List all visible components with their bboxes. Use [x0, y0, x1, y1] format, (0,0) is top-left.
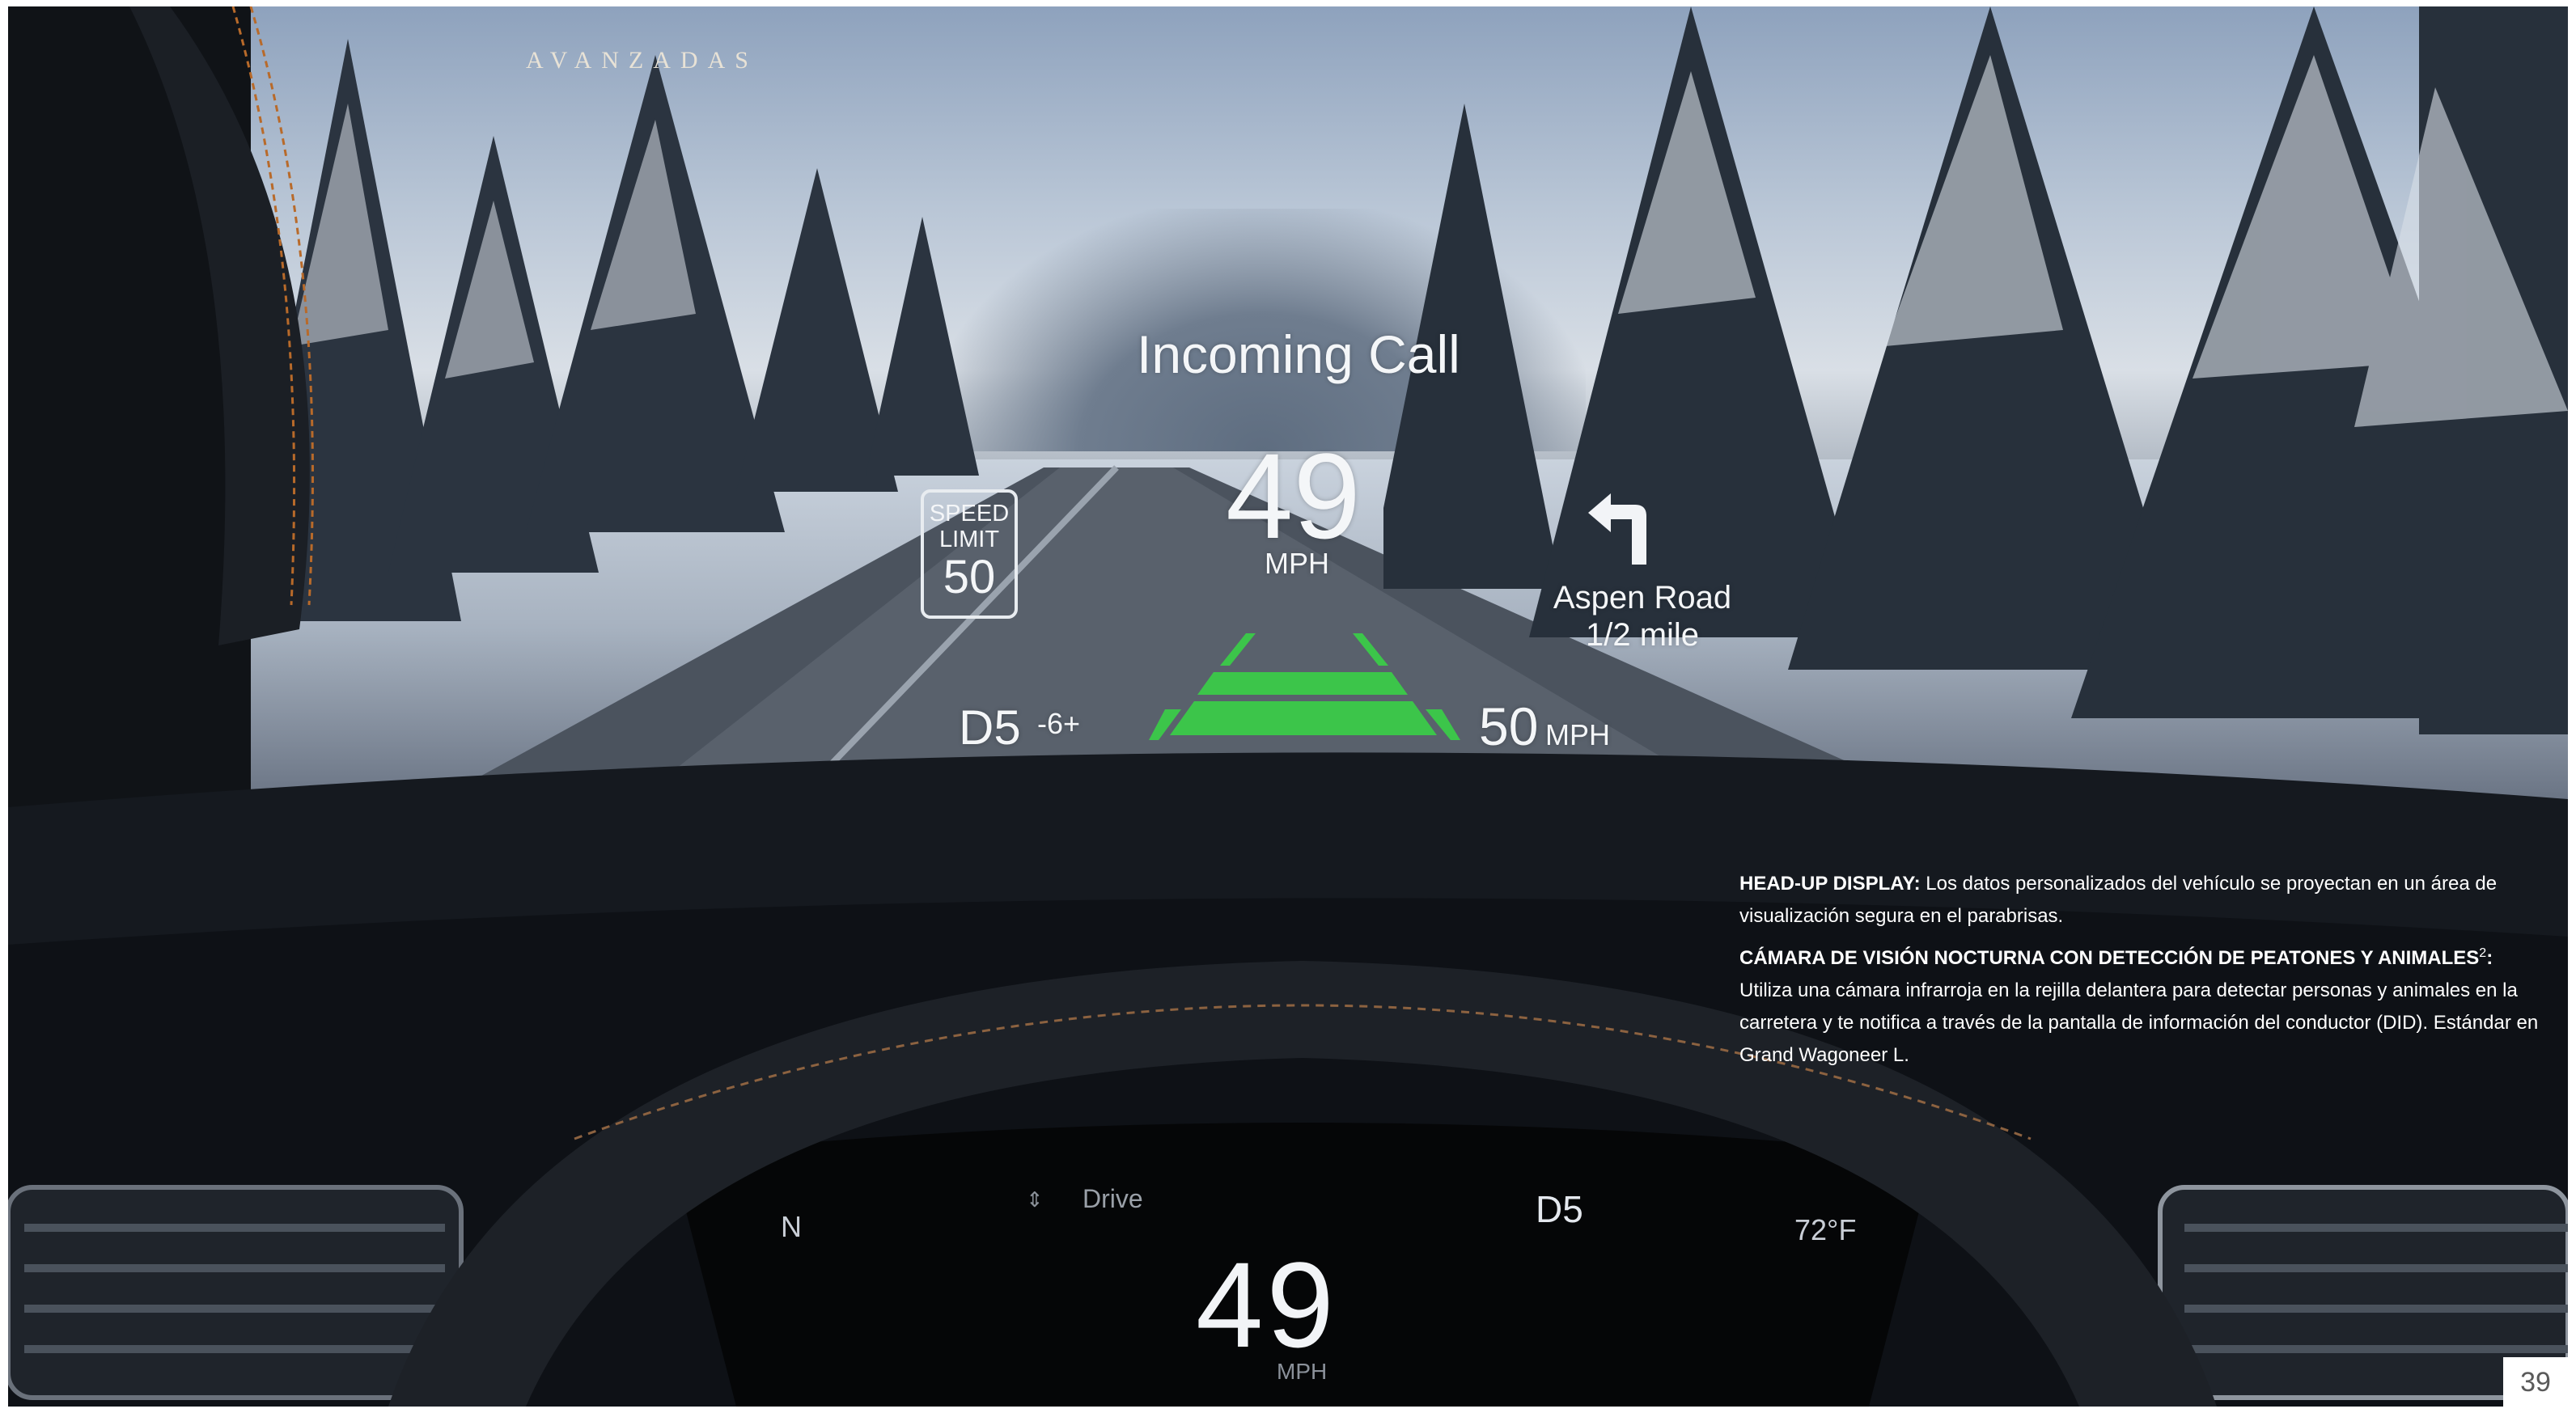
caption-hud-heading: HEAD-UP DISPLAY:: [1739, 873, 1921, 895]
feature-caption: HEAD-UP DISPLAY: Los datos personalizado…: [1739, 868, 2548, 1077]
cluster-speed-unit: MPH: [1277, 1359, 1328, 1384]
cluster-temperature: 72°F: [1794, 1213, 1857, 1246]
left-air-vent: [8, 1185, 464, 1400]
hud-set-speed: 50: [1479, 696, 1539, 756]
section-label: AVANZADAS: [526, 47, 758, 74]
hud-incoming-call: Incoming Call: [1137, 324, 1460, 384]
caption-footnote-ref: 2: [2479, 946, 2487, 960]
hud-gear: D5: [959, 700, 1021, 755]
speed-limit-line2: LIMIT: [938, 527, 1000, 552]
lane-keep-icon: [1149, 633, 1460, 740]
nav-distance: 1/2 mile: [1585, 617, 1700, 653]
caption-night-vision-text: Utiliza una cámara infrarroja en la reji…: [1739, 979, 2539, 1066]
hud-speed-unit: MPH: [1265, 547, 1329, 580]
cluster-drive-label: Drive: [1083, 1184, 1143, 1213]
caption-hud-paragraph: HEAD-UP DISPLAY: Los datos personalizado…: [1739, 868, 2548, 933]
hud-speed: 49: [1226, 428, 1361, 564]
caption-night-vision-paragraph: CÁMARA DE VISIÓN NOCTURNA CON DETECCIÓN …: [1739, 937, 2548, 1072]
hud-set-speed-unit: MPH: [1545, 718, 1610, 751]
speed-limit-value: 50: [943, 551, 996, 603]
speed-limit-sign: SPEED LIMIT 50: [921, 489, 1018, 619]
speed-limit-line1: SPEED: [929, 501, 1010, 527]
nav-street: Aspen Road: [1553, 580, 1732, 616]
caption-night-vision-heading: CÁMARA DE VISIÓN NOCTURNA CON DETECCIÓN …: [1739, 947, 2480, 969]
caption-heading-colon: :: [2486, 947, 2493, 969]
page-number: 39: [2503, 1357, 2568, 1407]
turn-left-arrow-icon: [1588, 493, 1646, 565]
cluster-gear: D5: [1536, 1188, 1583, 1230]
cluster-speed: 49: [1196, 1237, 1337, 1373]
drive-mode-icon: ⇕: [1026, 1187, 1044, 1212]
photo-stage: AVANZADAS Incoming Call 49 MPH SPEED LIM…: [8, 6, 2568, 1407]
cluster-compass: N: [781, 1210, 802, 1243]
trees-right: [1383, 6, 2568, 734]
hud-gear-adjust: -6+: [1037, 707, 1081, 740]
nav-destination: Aspen Road 1/2 mile: [1549, 579, 1735, 654]
